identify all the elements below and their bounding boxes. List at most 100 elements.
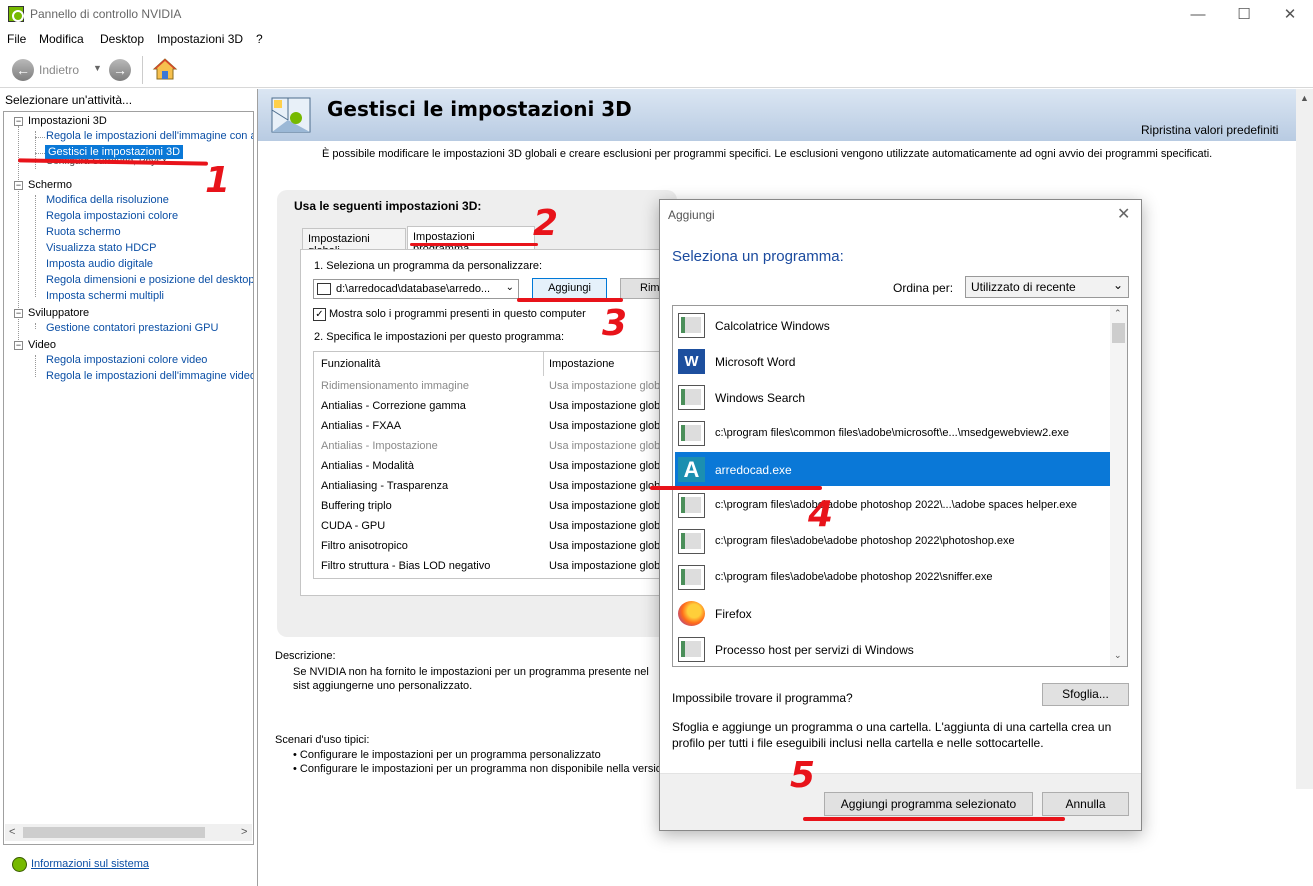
collapse-icon[interactable]: − [14,181,23,190]
menu-file[interactable]: File [7,32,26,46]
feature-value[interactable]: Usa impostazione globa [549,440,662,452]
tree-item-schermi-multipli[interactable]: Imposta schermi multipli [46,290,164,302]
list-item[interactable]: Windows Search [675,380,1111,414]
feature-name[interactable]: Antialias - Modalità [321,460,414,472]
program-select-value: d:\arredocad\database\arredo... [336,283,491,295]
menu-modifica[interactable]: Modifica [39,32,84,46]
scroll-down-icon[interactable]: ⌄ [1114,650,1122,661]
collapse-icon[interactable]: − [14,309,23,318]
tree-item-contatori-gpu[interactable]: Gestione contatori prestazioni GPU [46,322,218,334]
feature-value[interactable]: Usa impostazione globa [549,560,662,572]
back-arrow-icon[interactable]: ← [12,59,34,81]
description-text: Se NVIDIA non ha fornito le impostazioni… [293,666,649,692]
forward-arrow-icon[interactable]: → [109,59,131,81]
feature-value[interactable]: Usa impostazione globa [549,520,662,532]
browse-button[interactable]: Sfoglia... [1042,683,1129,706]
feature-name[interactable]: Antialiasing - Trasparenza [321,480,448,492]
scroll-thumb[interactable] [1112,323,1125,343]
minimize-button[interactable]: — [1175,0,1221,28]
close-button[interactable]: ✕ [1267,0,1313,28]
feature-name[interactable]: Buffering triplo [321,500,392,512]
tree-item-dimensioni-desktop[interactable]: Regola dimensioni e posizione del deskto… [46,274,253,286]
dialog-close-icon[interactable]: ✕ [1117,204,1130,224]
content-vertical-scrollbar[interactable]: ▲ [1296,89,1313,789]
feature-value[interactable]: Usa impostazione globa [549,500,662,512]
sort-select-value: Utilizzato di recente [971,280,1076,294]
feature-name[interactable]: Filtro struttura - Bias LOD negativo [321,560,490,572]
system-info-link[interactable]: Informazioni sul sistema [31,858,149,870]
nvidia-icon [8,6,24,22]
tree-item-hdcp[interactable]: Visualizza stato HDCP [46,242,156,254]
feature-value[interactable]: Usa impostazione globa [549,400,662,412]
maximize-button[interactable]: ☐ [1221,0,1267,28]
feature-value[interactable]: Usa impostazione globa [549,540,662,552]
column-header-impostazione[interactable]: Impostazione [549,358,614,370]
list-item[interactable]: Processo host per servizi di Windows [675,632,1111,666]
application-icon [678,637,705,662]
step2-label: 2. Specifica le impostazioni per questo … [314,331,565,343]
feature-name[interactable]: Antialias - FXAA [321,420,401,432]
list-item-selected[interactable]: A arredocad.exe [675,452,1111,486]
scroll-right-icon[interactable]: > [241,826,247,838]
feature-value[interactable]: Usa impostazione globa [549,420,662,432]
feature-value[interactable]: Usa impostazione globa [549,380,662,392]
feature-name[interactable]: Antialias - Impostazione [321,440,438,452]
list-item[interactable]: c:\program files\adobe\adobe photoshop 2… [675,524,1111,558]
list-item[interactable]: c:\program files\common files\adobe\micr… [675,416,1111,450]
tree-item-risoluzione[interactable]: Modifica della risoluzione [46,194,169,206]
list-item[interactable]: Calcolatrice Windows [675,308,1111,342]
menu-help[interactable]: ? [256,32,263,46]
tree-item-audio[interactable]: Imposta audio digitale [46,258,153,270]
list-item[interactable]: Firefox [675,596,1111,630]
list-item[interactable]: c:\program files\adobe\adobe photoshop 2… [675,488,1111,522]
scroll-up-icon[interactable]: ▲ [1300,93,1309,103]
tree-item-colore[interactable]: Regola impostazioni colore [46,210,178,222]
dialog-heading: Seleziona un programma: [672,248,844,265]
list-item[interactable]: W Microsoft Word [675,344,1111,378]
tree-node-video[interactable]: Video [28,339,56,351]
scroll-thumb[interactable] [23,827,205,838]
menu-impostazioni-3d[interactable]: Impostazioni 3D [157,32,243,46]
tree-item-immagine-video[interactable]: Regola le impostazioni dell'immagine vid… [46,370,253,382]
tree-node-sviluppatore[interactable]: Sviluppatore [28,307,89,319]
home-icon[interactable] [152,57,178,81]
dialog-title: Aggiungi [668,208,715,222]
feature-value[interactable]: Usa impostazione globa [549,460,662,472]
tree-item-ruota[interactable]: Ruota schermo [46,226,121,238]
scroll-left-icon[interactable]: < [9,826,15,838]
tree-node-schermo[interactable]: Schermo [28,179,72,191]
column-header-funzionalita[interactable]: Funzionalità [321,358,380,370]
tree-item-colore-video[interactable]: Regola impostazioni colore video [46,354,207,366]
program-select[interactable]: d:\arredocad\database\arredo... ⌄ [313,279,519,299]
sort-select[interactable]: Utilizzato di recente ⌄ [965,276,1129,298]
scroll-up-icon[interactable]: ⌃ [1114,308,1122,319]
list-item[interactable]: c:\program files\adobe\adobe photoshop 2… [675,560,1111,594]
toolbar [0,52,1313,88]
add-program-button[interactable]: Aggiungi [532,278,607,299]
add-selected-program-button[interactable]: Aggiungi programma selezionato [824,792,1033,816]
tree-node-impostazioni-3d[interactable]: Impostazioni 3D [28,115,107,127]
back-label[interactable]: Indietro [39,63,79,77]
feature-value[interactable]: Usa impostazione glob [549,480,660,492]
menu-desktop[interactable]: Desktop [100,32,144,46]
cancel-button[interactable]: Annulla [1042,792,1129,816]
feature-name[interactable]: Ridimensionamento immagine [321,380,469,392]
system-info-icon[interactable] [12,857,27,872]
tab-impostazioni-globali[interactable]: Impostazioni globali [302,228,406,257]
browse-help-text: Sfoglia e aggiunge un programma o una ca… [672,720,1112,750]
firefox-icon [678,601,705,626]
history-dropdown-icon[interactable]: ▼ [93,63,102,73]
collapse-icon[interactable]: − [14,341,23,350]
tab-impostazioni-programma[interactable]: Impostazioni programma [407,226,535,255]
collapse-icon[interactable]: − [14,117,23,126]
tree-horizontal-scrollbar[interactable]: < > [5,824,252,841]
program-list-scrollbar[interactable]: ⌃ ⌄ [1110,306,1127,666]
tree-item-regola-immagine[interactable]: Regola le impostazioni dell'immagine con… [46,130,253,142]
feature-name[interactable]: CUDA - GPU [321,520,385,532]
only-installed-checkbox[interactable]: ✓ [313,308,326,321]
only-installed-label[interactable]: Mostra solo i programmi presenti in ques… [329,308,586,320]
feature-name[interactable]: Filtro anisotropico [321,540,408,552]
restore-defaults-link[interactable]: Ripristina valori predefiniti [1141,123,1278,137]
tree-item-gestisci-3d[interactable]: Gestisci le impostazioni 3D [45,145,184,159]
feature-name[interactable]: Antialias - Correzione gamma [321,400,466,412]
